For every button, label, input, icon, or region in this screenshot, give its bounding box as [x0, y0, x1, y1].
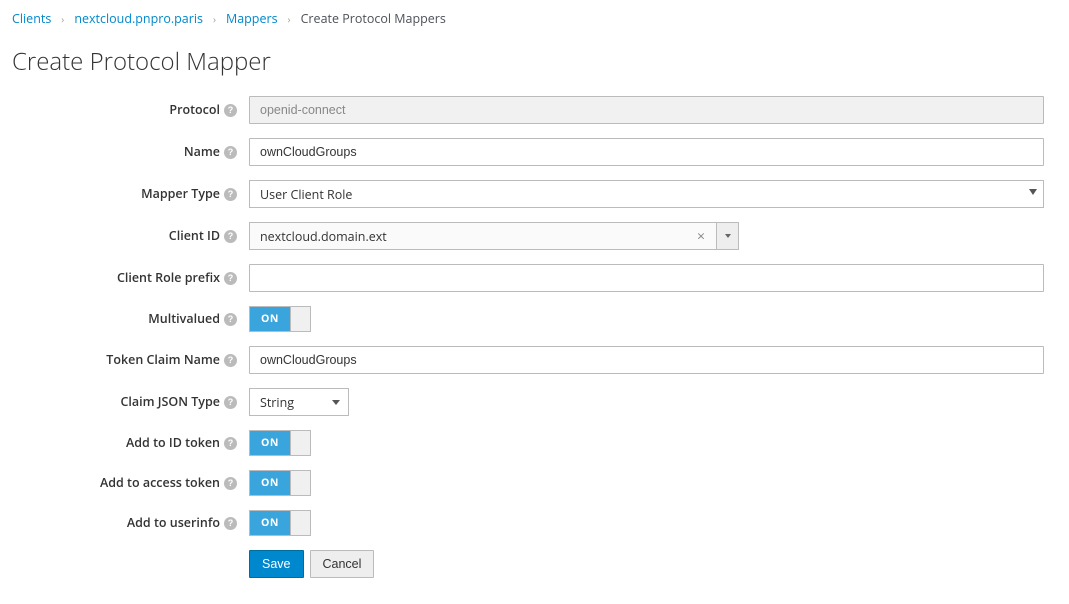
help-icon[interactable]: ? — [224, 354, 237, 367]
help-icon[interactable]: ? — [224, 146, 237, 159]
clear-icon[interactable]: × — [694, 227, 708, 246]
help-icon[interactable]: ? — [224, 517, 237, 530]
row-client-id: Client ID ? nextcloud.domain.ext × — [12, 222, 1057, 250]
client-id-combobox[interactable]: nextcloud.domain.ext × — [249, 222, 717, 250]
help-icon[interactable]: ? — [224, 313, 237, 326]
label-name: Name — [184, 144, 220, 160]
cancel-button[interactable]: Cancel — [310, 550, 375, 578]
toggle-knob — [290, 431, 310, 455]
label-add-to-userinfo: Add to userinfo — [127, 515, 220, 531]
row-client-role-prefix: Client Role prefix ? — [12, 264, 1057, 292]
help-icon[interactable]: ? — [224, 230, 237, 243]
chevron-right-icon: › — [288, 12, 291, 26]
add-to-userinfo-toggle[interactable]: ON — [249, 510, 311, 536]
toggle-on-label: ON — [250, 431, 290, 455]
multivalued-toggle[interactable]: ON — [249, 306, 311, 332]
breadcrumb: Clients › nextcloud.pnpro.paris › Mapper… — [12, 10, 1057, 27]
toggle-knob — [290, 471, 310, 495]
chevron-right-icon: › — [61, 12, 64, 26]
row-protocol: Protocol ? — [12, 96, 1057, 124]
breadcrumb-mappers[interactable]: Mappers — [226, 10, 278, 27]
help-icon[interactable]: ? — [224, 188, 237, 201]
mapper-type-select[interactable]: User Client Role — [249, 180, 1044, 208]
save-button[interactable]: Save — [249, 550, 304, 578]
chevron-down-icon — [1029, 189, 1037, 195]
row-mapper-type: Mapper Type ? User Client Role — [12, 180, 1057, 208]
claim-json-type-select[interactable]: String — [249, 388, 349, 416]
toggle-knob — [290, 511, 310, 535]
row-add-to-access-token: Add to access token ? ON — [12, 470, 1057, 496]
chevron-right-icon: › — [213, 12, 216, 26]
client-role-prefix-input[interactable] — [249, 264, 1044, 292]
page-title: Create Protocol Mapper — [12, 45, 1057, 78]
add-to-access-token-toggle[interactable]: ON — [249, 470, 311, 496]
chevron-down-icon — [332, 400, 340, 405]
client-id-dropdown-button[interactable] — [717, 222, 739, 250]
toggle-on-label: ON — [250, 511, 290, 535]
breadcrumb-clients[interactable]: Clients — [12, 10, 51, 27]
client-id-value: nextcloud.domain.ext — [260, 228, 387, 245]
row-name: Name ? — [12, 138, 1057, 166]
label-add-to-id-token: Add to ID token — [126, 435, 220, 451]
row-actions: Save Cancel — [12, 550, 1057, 578]
chevron-down-icon — [725, 234, 731, 238]
toggle-knob — [290, 307, 310, 331]
row-add-to-id-token: Add to ID token ? ON — [12, 430, 1057, 456]
label-client-id: Client ID — [169, 228, 220, 244]
label-token-claim-name: Token Claim Name — [106, 352, 220, 368]
row-token-claim-name: Token Claim Name ? — [12, 346, 1057, 374]
row-add-to-userinfo: Add to userinfo ? ON — [12, 510, 1057, 536]
toggle-on-label: ON — [250, 307, 290, 331]
help-icon[interactable]: ? — [224, 437, 237, 450]
mapper-type-value: User Client Role — [260, 186, 352, 203]
breadcrumb-current: Create Protocol Mappers — [301, 10, 446, 27]
help-icon[interactable]: ? — [224, 396, 237, 409]
label-multivalued: Multivalued — [148, 311, 220, 327]
toggle-on-label: ON — [250, 471, 290, 495]
row-multivalued: Multivalued ? ON — [12, 306, 1057, 332]
help-icon[interactable]: ? — [224, 272, 237, 285]
help-icon[interactable]: ? — [224, 104, 237, 117]
add-to-id-token-toggle[interactable]: ON — [249, 430, 311, 456]
label-mapper-type: Mapper Type — [141, 186, 220, 202]
breadcrumb-client[interactable]: nextcloud.pnpro.paris — [74, 10, 203, 27]
claim-json-type-value: String — [260, 394, 294, 411]
row-claim-json-type: Claim JSON Type ? String — [12, 388, 1057, 416]
protocol-input — [249, 96, 1044, 124]
label-claim-json-type: Claim JSON Type — [120, 394, 220, 410]
name-input[interactable] — [249, 138, 1044, 166]
label-client-role-prefix: Client Role prefix — [117, 270, 220, 286]
label-protocol: Protocol — [169, 102, 220, 118]
token-claim-name-input[interactable] — [249, 346, 1044, 374]
label-add-to-access-token: Add to access token — [100, 475, 220, 491]
help-icon[interactable]: ? — [224, 477, 237, 490]
